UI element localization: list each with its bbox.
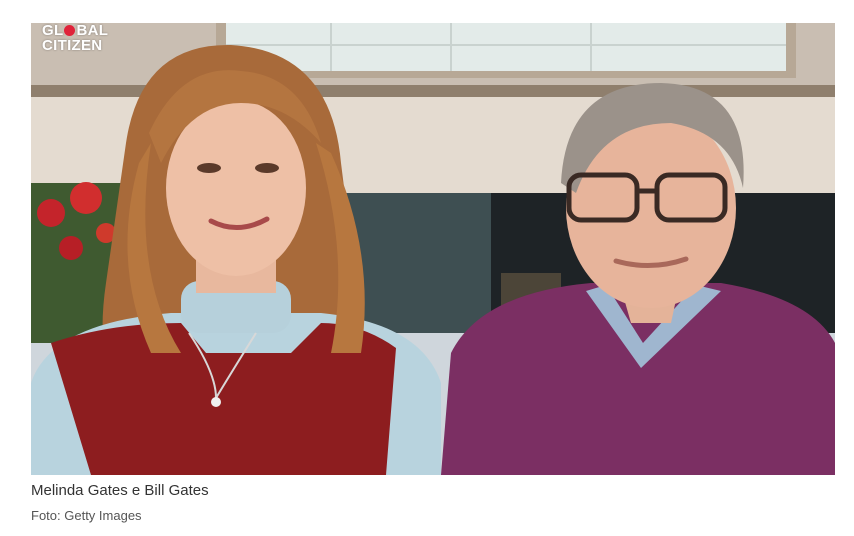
photo-credit: Foto: Getty Images bbox=[31, 508, 142, 523]
photo-caption: Melinda Gates e Bill Gates bbox=[31, 482, 209, 499]
global-citizen-logo: GL BAL CITIZEN bbox=[42, 23, 108, 53]
logo-text-line2: CITIZEN bbox=[42, 37, 103, 54]
photo bbox=[31, 23, 835, 475]
photo-illustration bbox=[31, 23, 835, 475]
logo-dot-icon bbox=[64, 25, 76, 36]
